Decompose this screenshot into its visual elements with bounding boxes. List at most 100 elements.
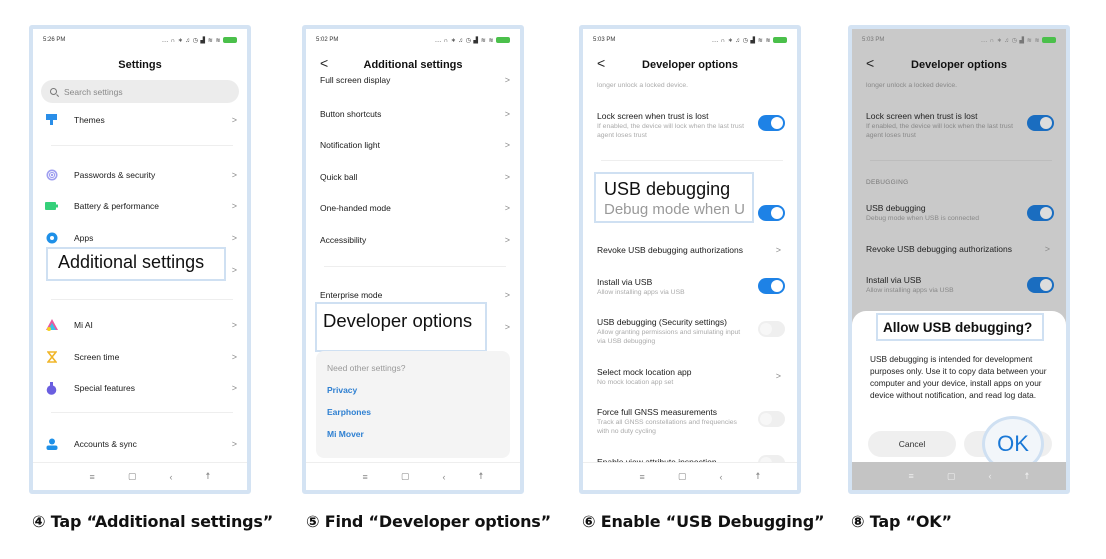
phone-screen-developer-options: 5:03 PM ... ∩ ∗ ♫ ◷ ▟ ≋ ≋ < Developer op… [579,25,801,494]
callout-additional-settings[interactable]: Additional settings [46,247,226,281]
accessibility-icon[interactable]: ☨ [756,471,761,482]
chevron-right-icon: > [775,245,781,255]
setting-force-full-gnss[interactable]: Force full GNSS measurements Track all G… [597,407,785,436]
chevron-right-icon: > [504,109,510,119]
status-icons: ... ∩ ∗ ♫ ◷ ▟ ≋ ≋ [435,37,494,44]
menu-icon[interactable]: ≡ [363,472,368,482]
search-icon [50,88,57,95]
link-earphones[interactable]: Earphones [327,407,499,417]
settings-item-apps[interactable]: Apps > [45,231,237,245]
chevron-right-icon: > [504,290,510,300]
accessibility-icon[interactable]: ☨ [1025,471,1030,482]
status-icons: ... ∩ ∗ ♫ ◷ ▟ ≋ ≋ [981,37,1040,44]
phone-screen-allow-usb-dialog: 5:03 PM ... ∩ ∗ ♫ ◷ ▟ ≋ ≋ < Developer op… [848,25,1070,494]
item-label: Special features [74,383,135,393]
setting-install-via-usb[interactable]: Install via USB Allow installing apps vi… [597,277,785,297]
setting-usb-debugging[interactable]: USB debugging Debug mode when USB is con… [866,203,1054,223]
other-settings-card: Need other settings? Privacy Earphones M… [316,351,510,458]
callout-usb-debugging[interactable]: USB debugging Debug mode when U [594,172,754,223]
hourglass-icon [45,351,58,364]
battery-icon [223,37,237,43]
back-icon[interactable]: ‹ [719,472,722,482]
chevron-right-icon: > [504,203,510,213]
item-label: Apps [74,233,94,243]
divider [51,299,233,300]
search-input[interactable]: Search settings [41,80,239,103]
toggle-usb-debugging[interactable] [1027,205,1054,221]
settings-item-mi-ai[interactable]: Mi AI > [45,318,237,332]
link-mi-mover[interactable]: Mi Mover [327,429,499,439]
home-icon[interactable]: ▢ [401,471,410,482]
status-bar: 5:26 PM ... ∩ ∗ ♫ ◷ ▟ ≋ ≋ [43,35,237,45]
setting-subtitle: No mock location app set [597,379,674,386]
setting-install-via-usb[interactable]: Install via USB Allow installing apps vi… [866,275,1054,295]
section-header-debugging: DEBUGGING [866,179,909,186]
page-title: Developer options [911,59,1007,71]
settings-item-quick-ball[interactable]: Quick ball > [320,170,510,184]
item-label: Passwords & security [74,170,156,180]
setting-select-mock-location-app[interactable]: Select mock location app No mock locatio… [597,367,785,387]
dialog-body: USB debugging is intended for developmen… [870,354,1047,400]
toggle-lock-screen[interactable] [1027,115,1054,131]
chevron-right-icon: > [775,371,781,381]
back-icon[interactable]: ‹ [169,472,172,482]
phone-screen-additional-settings: 5:02 PM ... ∩ ∗ ♫ ◷ ▟ ≋ ≋ < Additional s… [302,25,524,494]
item-label: Full screen display [320,75,391,85]
accessibility-icon[interactable]: ☨ [206,471,211,482]
settings-item-one-handed-mode[interactable]: One-handed mode > [320,201,510,215]
item-label: Accounts & sync [74,439,137,449]
toggle-install-via-usb[interactable] [758,278,785,294]
navigation-bar: ≡ ▢ ‹ ☨ [306,462,520,490]
item-label: Notification light [320,140,381,150]
item-label: Battery & performance [74,201,160,211]
chevron-right-icon: > [231,233,237,243]
callout-title: USB debugging [604,179,731,199]
link-privacy[interactable]: Privacy [327,385,499,395]
status-icons: ... ∩ ∗ ♫ ◷ ▟ ≋ ≋ [162,37,221,44]
settings-item-passwords-security[interactable]: Passwords & security > [45,168,237,182]
settings-item-accessibility[interactable]: Accessibility > [320,233,510,247]
home-icon[interactable]: ▢ [947,471,956,482]
settings-item-special-features[interactable]: Special features > [45,381,237,395]
setting-lock-screen-trust-lost[interactable]: Lock screen when trust is lost If enable… [866,111,1054,140]
toggle-lock-screen[interactable] [758,115,785,131]
navigation-bar: ≡ ▢ ‹ ☨ [852,462,1066,490]
toggle-install-via-usb[interactable] [1027,277,1054,293]
back-icon[interactable]: ‹ [988,471,991,481]
toggle-force-gnss[interactable] [758,411,785,427]
status-bar: 5:02 PM ... ∩ ∗ ♫ ◷ ▟ ≋ ≋ [316,35,510,45]
menu-icon[interactable]: ≡ [90,472,95,482]
chevron-right-icon: > [504,322,510,332]
setting-revoke-usb-authorizations[interactable]: Revoke USB debugging authorizations > [597,245,785,255]
settings-item-button-shortcuts[interactable]: Button shortcuts > [320,107,510,121]
settings-item-full-screen-display[interactable]: Full screen display > [320,75,510,85]
settings-item-notification-light[interactable]: Notification light > [320,138,510,152]
settings-item-enterprise-mode[interactable]: Enterprise mode > [320,288,510,302]
divider [601,160,783,161]
setting-title: Install via USB [597,277,653,287]
menu-icon[interactable]: ≡ [640,472,645,482]
settings-item-battery-performance[interactable]: Battery & performance > [45,199,237,213]
cancel-button[interactable]: Cancel [868,431,956,457]
settings-item-themes[interactable]: Themes > [45,113,237,127]
setting-subtitle: Allow granting permissions and simulatin… [597,329,741,345]
setting-revoke-usb-authorizations[interactable]: Revoke USB debugging authorizations > [866,244,1054,254]
home-icon[interactable]: ▢ [128,471,137,482]
item-label: Button shortcuts [320,109,382,119]
menu-icon[interactable]: ≡ [909,471,914,481]
accessibility-icon[interactable]: ☨ [479,471,484,482]
settings-item-accounts-sync[interactable]: Accounts & sync > [45,437,237,451]
settings-item-screen-time[interactable]: Screen time > [45,350,237,364]
toggle-usb-debugging[interactable] [758,205,785,221]
setting-title: USB debugging (Security settings) [597,317,727,327]
setting-usb-debugging-security[interactable]: USB debugging (Security settings) Allow … [597,317,785,346]
setting-subtitle: If enabled, the device will lock when th… [866,123,1013,139]
setting-lock-screen-trust-lost[interactable]: Lock screen when trust is lost If enable… [597,111,785,140]
toggle-usb-debugging-security[interactable] [758,321,785,337]
battery-icon [45,200,58,213]
callout-developer-options[interactable]: Developer options [315,302,487,352]
mi-ai-icon [45,319,58,332]
home-icon[interactable]: ▢ [678,471,687,482]
back-icon[interactable]: ‹ [442,472,445,482]
chevron-right-icon: > [504,172,510,182]
